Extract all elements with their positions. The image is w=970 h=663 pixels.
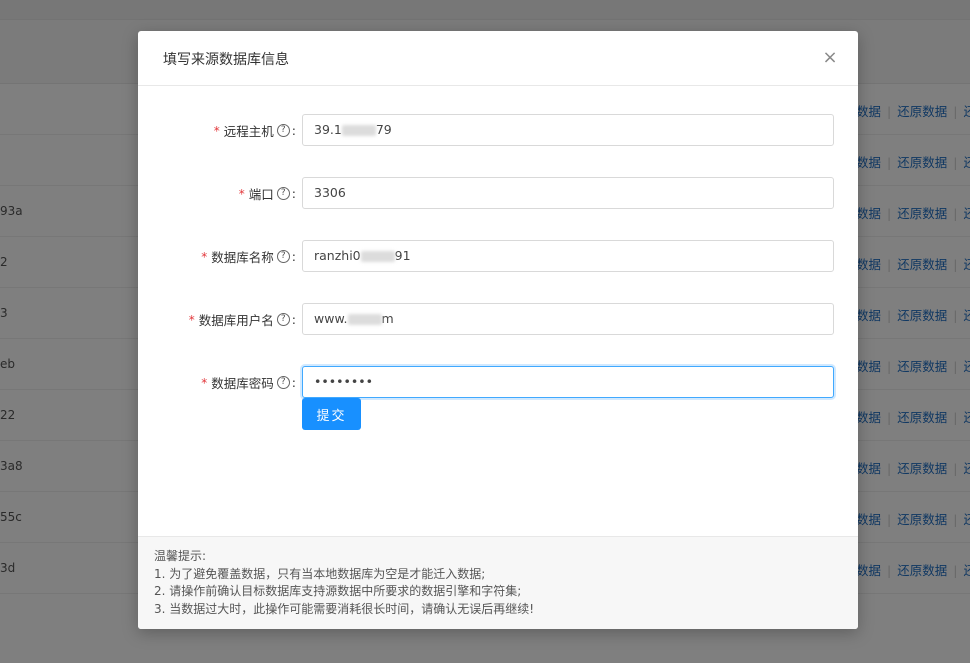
- redacted-mask: [341, 125, 376, 136]
- tip-item: 2. 请操作前确认目标数据库支持源数据中所要求的数据引擎和字符集;: [154, 584, 522, 598]
- field-label-text: 数据库用户名: [198, 313, 274, 328]
- input-value: 79: [375, 122, 392, 137]
- database-password-input[interactable]: ••••••••: [302, 366, 834, 398]
- database-name-input[interactable]: ranzhi0 91: [302, 240, 834, 272]
- input-value: 39.1: [314, 122, 342, 137]
- database-username-input[interactable]: www. m: [302, 303, 834, 335]
- port-label: * 端口?:: [239, 184, 296, 203]
- dialog-title: 填写来源数据库信息: [163, 52, 289, 68]
- label-colon: :: [291, 249, 296, 264]
- question-circle-icon[interactable]: ?: [276, 376, 290, 389]
- submit-button[interactable]: 提交: [302, 398, 361, 430]
- question-circle-icon[interactable]: ?: [276, 124, 290, 137]
- required-mark: *: [188, 312, 195, 327]
- field-label-text: 数据库密码: [211, 376, 274, 391]
- question-circle-icon[interactable]: ?: [276, 313, 290, 326]
- redacted-mask: [347, 314, 382, 325]
- database-name-row: * 数据库名称?: ranzhi0 91: [138, 240, 858, 272]
- tip-item: 3. 当数据过大时，此操作可能需要消耗很长时间，请确认无误后再继续!: [154, 601, 535, 616]
- port-input[interactable]: 3306: [302, 177, 834, 209]
- remote-host-label: * 远程主机?:: [214, 121, 296, 140]
- required-mark: *: [201, 375, 208, 390]
- label-colon: :: [291, 312, 296, 327]
- input-value: www.: [314, 311, 348, 326]
- remote-host-input[interactable]: 39.1 79: [302, 114, 834, 146]
- database-password-label: * 数据库密码?:: [201, 373, 296, 392]
- tip-item: 1. 为了避免覆盖数据，只有当本地数据库为空是才能迁入数据;: [154, 566, 486, 581]
- database-username-label: * 数据库用户名?:: [189, 310, 296, 329]
- database-username-row: * 数据库用户名?: www. m: [138, 303, 858, 335]
- question-circle-icon[interactable]: ?: [276, 187, 290, 200]
- database-password-row: * 数据库密码?: ••••••••: [138, 366, 858, 398]
- port-row: * 端口?: 3306: [138, 177, 858, 209]
- label-colon: :: [291, 123, 296, 138]
- required-mark: *: [238, 186, 245, 201]
- database-name-label: * 数据库名称?:: [201, 247, 296, 266]
- input-value: 91: [394, 248, 411, 263]
- remote-host-row: * 远程主机?: 39.1 79: [138, 114, 858, 146]
- required-mark: *: [201, 249, 208, 264]
- source-db-dialog: 填写来源数据库信息 × * 远程主机?:39.1 79 * 端口?:3306 * 数据库名称…: [138, 31, 858, 629]
- field-label-text: 端口: [248, 187, 274, 202]
- input-value: ranzhi0: [314, 248, 361, 263]
- dialog-header: 填写来源数据库信息 ×: [138, 31, 858, 86]
- field-label-text: 数据库名称: [211, 250, 274, 265]
- tips-title: 温馨提示:: [154, 549, 207, 563]
- question-circle-icon[interactable]: ?: [276, 250, 290, 263]
- required-mark: *: [213, 123, 220, 138]
- tips-panel: 温馨提示: 1. 为了避免覆盖数据，只有当本地数据库为空是才能迁入数据; 2. …: [138, 536, 858, 629]
- input-value: ••••••••: [314, 374, 373, 389]
- label-colon: :: [291, 375, 296, 390]
- field-label-text: 远程主机: [223, 124, 274, 139]
- close-icon[interactable]: ×: [820, 49, 840, 69]
- redacted-mask: [360, 251, 395, 262]
- label-colon: :: [291, 186, 296, 201]
- input-value: 3306: [314, 185, 346, 200]
- input-value: m: [381, 311, 394, 326]
